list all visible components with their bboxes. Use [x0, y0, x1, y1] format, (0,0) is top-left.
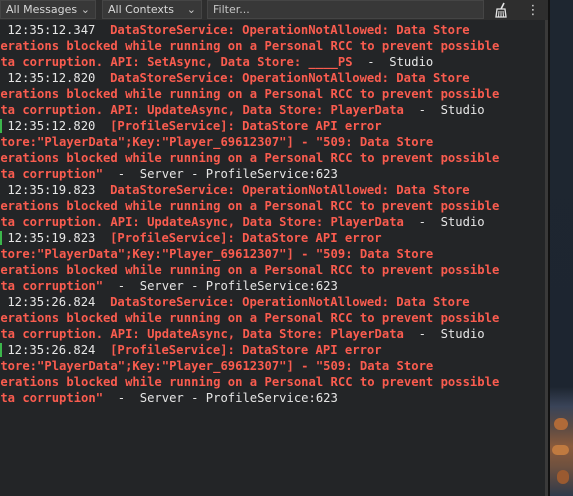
log-line: 12:35:26.824 DataStoreService: Operation… [0, 294, 545, 310]
messages-filter-label: All Messages [6, 3, 78, 16]
log-message: [ProfileService]: DataStore API error [110, 119, 382, 133]
log-source: - Studio [403, 103, 485, 117]
contexts-filter-label: All Contexts [108, 3, 174, 16]
log-source: - Studio [352, 55, 434, 69]
log-message: [ProfileService]: DataStore API error [110, 343, 382, 357]
log-line: perations blocked while running on a Per… [0, 262, 545, 278]
log-line: perations blocked while running on a Per… [0, 38, 545, 54]
log-message: Store:"PlayerData";Key:"Player_69612307"… [0, 135, 434, 149]
log-timestamp: 12:35:12.820 [7, 71, 96, 85]
contexts-filter-dropdown[interactable]: All Contexts ⌄ [102, 0, 202, 19]
log-message: [ProfileService]: DataStore API error [110, 231, 382, 245]
log-line: 12:35:12.820 DataStoreService: Operation… [0, 70, 545, 86]
viewport-preview [550, 0, 573, 496]
log-message: DataStoreService: OperationNotAllowed: D… [110, 23, 470, 37]
log-line: 12:35:12.820 [ProfileService]: DataStore… [0, 118, 545, 134]
log-message: perations blocked while running on a Per… [0, 263, 500, 277]
broom-icon [495, 2, 507, 18]
log-message: perations blocked while running on a Per… [0, 375, 500, 389]
log-source: - Server - ProfileService:623 [103, 167, 338, 181]
log-message: perations blocked while running on a Per… [0, 151, 500, 165]
log-line: perations blocked while running on a Per… [0, 86, 545, 102]
log-line: perations blocked while running on a Per… [0, 198, 545, 214]
log-line: ata corruption. API: UpdateAsync, Data S… [0, 214, 545, 230]
log-line: perations blocked while running on a Per… [0, 374, 545, 390]
log-line: perations blocked while running on a Per… [0, 150, 545, 166]
log-source: - Server - ProfileService:623 [103, 391, 338, 405]
log-message: perations blocked while running on a Per… [0, 311, 500, 325]
log-message: perations blocked while running on a Per… [0, 87, 500, 101]
log-timestamp: 12:35:26.824 [7, 295, 96, 309]
log-message: DataStoreService: OperationNotAllowed: D… [110, 183, 470, 197]
log-message: ata corruption" [0, 391, 104, 405]
log-line: ata corruption" - Server - ProfileServic… [0, 278, 545, 294]
log-timestamp: 12:35:26.824 [7, 343, 96, 357]
output-log[interactable]: 12:35:12.347 DataStoreService: Operation… [0, 22, 545, 496]
log-message: perations blocked while running on a Per… [0, 199, 500, 213]
log-line: ata corruption. API: UpdateAsync, Data S… [0, 102, 545, 118]
log-line: 12:35:26.824 [ProfileService]: DataStore… [0, 342, 545, 358]
chevron-down-icon: ⌄ [80, 3, 90, 16]
log-timestamp: 12:35:12.820 [7, 119, 96, 133]
output-toolbar: All Messages ⌄ All Contexts ⌄ ⋮ [0, 0, 548, 20]
ellipsis-vertical-icon: ⋮ [526, 2, 540, 18]
context-marker [0, 231, 2, 245]
log-message: ata corruption. API: UpdateAsync, Data S… [0, 215, 404, 229]
log-line: Store:"PlayerData";Key:"Player_69612307"… [0, 134, 545, 150]
log-line: Store:"PlayerData";Key:"Player_69612307"… [0, 358, 545, 374]
clear-output-button[interactable] [490, 0, 512, 20]
chevron-down-icon: ⌄ [186, 3, 196, 16]
log-source: - Studio [403, 327, 485, 341]
log-line: perations blocked while running on a Per… [0, 310, 545, 326]
log-line: ata corruption. API: UpdateAsync, Data S… [0, 326, 545, 342]
log-message: DataStoreService: OperationNotAllowed: D… [110, 71, 470, 85]
log-message: Store:"PlayerData";Key:"Player_69612307"… [0, 247, 434, 261]
log-message: Store:"PlayerData";Key:"Player_69612307"… [0, 359, 434, 373]
log-message: ata corruption. API: SetAsync, Data Stor… [0, 55, 353, 69]
log-message: ata corruption. API: UpdateAsync, Data S… [0, 103, 404, 117]
log-line: 12:35:19.823 DataStoreService: Operation… [0, 182, 545, 198]
messages-filter-dropdown[interactable]: All Messages ⌄ [0, 0, 96, 19]
more-options-button[interactable]: ⋮ [522, 0, 544, 20]
log-line: Store:"PlayerData";Key:"Player_69612307"… [0, 246, 545, 262]
log-message: ata corruption" [0, 167, 104, 181]
log-line: 12:35:12.347 DataStoreService: Operation… [0, 22, 545, 38]
filter-input[interactable] [207, 0, 484, 19]
log-timestamp: 12:35:12.347 [7, 23, 96, 37]
log-line: 12:35:19.823 [ProfileService]: DataStore… [0, 230, 545, 246]
context-marker [0, 343, 2, 357]
log-line: ata corruption. API: SetAsync, Data Stor… [0, 54, 545, 70]
log-message: ata corruption. API: UpdateAsync, Data S… [0, 327, 404, 341]
log-message: DataStoreService: OperationNotAllowed: D… [110, 295, 470, 309]
log-source: - Server - ProfileService:623 [103, 279, 338, 293]
log-line: ata corruption" - Server - ProfileServic… [0, 390, 545, 406]
context-marker [0, 119, 2, 133]
log-timestamp: 12:35:19.823 [7, 231, 96, 245]
log-timestamp: 12:35:19.823 [7, 183, 96, 197]
log-message: perations blocked while running on a Per… [0, 39, 500, 53]
log-source: - Studio [403, 215, 485, 229]
log-message: ata corruption" [0, 279, 104, 293]
log-line: ata corruption" - Server - ProfileServic… [0, 166, 545, 182]
